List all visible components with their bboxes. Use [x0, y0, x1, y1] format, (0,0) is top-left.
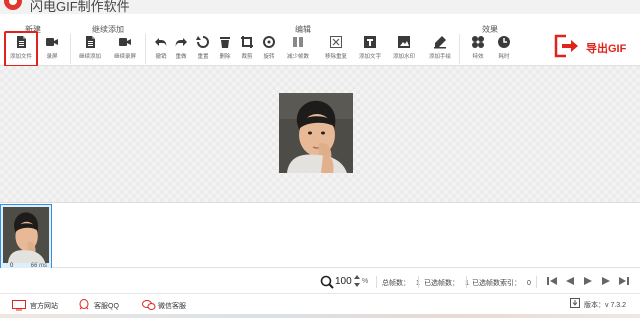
video-camera-icon [119, 38, 131, 46]
status-divider [376, 276, 377, 288]
status-divider [536, 276, 537, 288]
rotate-icon [263, 36, 275, 48]
child-photo [279, 93, 353, 173]
remove-duplicates-button[interactable]: 移除重复 [322, 33, 350, 65]
selected-index-stat: 已选帧数索引： 0 [472, 278, 531, 288]
redo-icon [175, 38, 187, 47]
reset-icon [196, 36, 209, 48]
text-icon [364, 36, 376, 48]
crop-icon [241, 36, 253, 48]
document-icon [86, 36, 95, 48]
selected-index-value: 0 [527, 280, 531, 287]
clock-icon [498, 36, 510, 48]
export-gif-button[interactable]: 导出GIF [552, 34, 632, 58]
status-divider [418, 276, 419, 288]
rotate-button[interactable]: 旋转 [255, 33, 283, 65]
download-icon[interactable] [570, 298, 580, 308]
frame-thumbnail[interactable]: 0 66 ms [0, 204, 52, 270]
selected-index-label: 已选帧数索引： [472, 280, 521, 287]
effects-icon [472, 36, 484, 48]
qq-support-label: 客服QQ [94, 303, 119, 310]
monitor-icon [12, 300, 26, 311]
undo-icon [155, 38, 167, 47]
zoom-stepper[interactable] [354, 273, 360, 289]
qq-icon [79, 299, 89, 310]
previous-frame-icon[interactable] [564, 275, 576, 287]
child-photo [3, 207, 49, 263]
preview-canvas [0, 66, 640, 202]
frame-thumbnail-image [3, 207, 49, 263]
export-gif-label: 导出GIF [586, 43, 627, 55]
effects-button[interactable]: 特效 [464, 33, 492, 65]
filmstrip: 0 66 ms [0, 202, 640, 270]
total-frames-stat: 总帧数：1 [382, 278, 420, 288]
add-text-button[interactable]: 添加文字 [356, 33, 384, 65]
timing-label: 耗时 [498, 54, 510, 60]
version-label: 版本：v 7.3.2 [584, 302, 627, 309]
add-file-button[interactable]: 添加文件 [4, 31, 38, 67]
gif-preview-image [279, 93, 353, 173]
export-icon [554, 34, 578, 58]
toolbar: 新建 继续添加 编辑 效果 添加文件 录屏 继续添加 继续录屏 撤销 重做 重置… [0, 14, 640, 67]
timing-button[interactable]: 耗时 [490, 33, 518, 65]
selected-frames-stat: 已选帧数：1 [424, 278, 469, 288]
status-bar: 100 % 总帧数：1 已选帧数：1 已选帧数索引： 0 [0, 268, 640, 294]
filmstrip-icon [293, 37, 303, 47]
magnifier-icon[interactable] [320, 275, 334, 289]
add-watermark-button[interactable]: 添加水印 [390, 33, 418, 65]
status-divider [466, 276, 467, 288]
play-icon[interactable] [582, 275, 594, 287]
official-website-label: 官方网站 [30, 303, 58, 310]
continue-add-button[interactable]: 继续添加 [76, 33, 104, 65]
taskbar-edge [0, 314, 640, 318]
frame-remove-icon [330, 36, 342, 48]
wechat-icon [142, 300, 156, 310]
document-icon [17, 36, 26, 48]
first-frame-icon[interactable] [546, 275, 558, 287]
wechat-support-label: 微信客服 [158, 303, 186, 310]
add-drawing-button[interactable]: 添加手绘 [426, 33, 454, 65]
app-title: 闪电GIF制作软件 [30, 0, 130, 14]
zoom-value[interactable]: 100 [335, 276, 352, 287]
video-camera-icon [46, 38, 58, 46]
app-logo-icon [4, 0, 22, 10]
zoom-unit: % [362, 278, 369, 285]
reduce-frames-button[interactable]: 减少帧数 [284, 33, 312, 65]
last-frame-icon[interactable] [618, 275, 630, 287]
selected-frames-label: 已选帧数： [424, 280, 459, 287]
trash-icon [220, 37, 230, 48]
next-frame-icon[interactable] [600, 275, 612, 287]
total-frames-label: 总帧数： [382, 280, 410, 287]
continue-record-button[interactable]: 继续录屏 [111, 33, 139, 65]
record-screen-button[interactable]: 录屏 [38, 33, 66, 65]
title-bar: 闪电GIF制作软件 [0, 0, 640, 14]
image-icon [398, 36, 410, 48]
pen-icon [434, 36, 446, 49]
